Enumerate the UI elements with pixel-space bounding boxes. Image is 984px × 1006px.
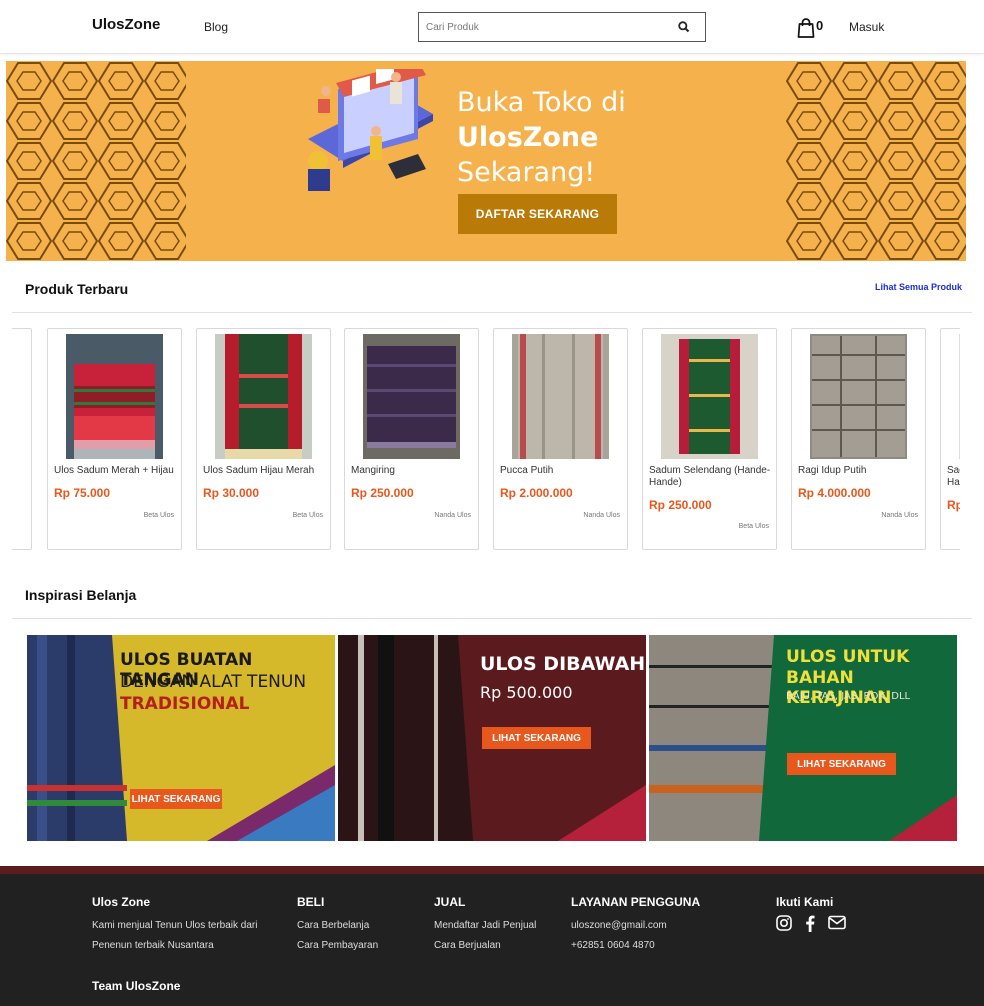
inspiration-card-handmade[interactable]: ULOS BUATAN TANGAN DENGAN ALAT TENUN TRA… [27, 635, 335, 841]
product-name: Sadum Selendang (Hande-Hande) [947, 465, 960, 488]
search-button[interactable] [677, 20, 691, 34]
site-logo[interactable]: UlosZone [92, 16, 160, 33]
product-image [810, 334, 907, 459]
inspiration-line-2: Rp 500.000 [480, 683, 573, 702]
product-image [959, 334, 960, 459]
banner-line-2: UlosZone [457, 122, 599, 153]
product-price: Rp 30.000 [203, 486, 260, 500]
inspiration-card-under-500k[interactable]: ULOS DIBAWAH Rp 500.000 LIHAT SEKARANG [338, 635, 646, 841]
search-input[interactable] [419, 13, 669, 41]
footer-stripe [0, 866, 984, 874]
seller-name: Beta Ulos [292, 512, 323, 519]
see-now-button[interactable]: LIHAT SEKARANG [482, 727, 591, 749]
product-carousel: Ulos Sadum Merah + Hijau Rp 75.000 Beta … [12, 328, 960, 552]
product-name: Ulos Sadum Hijau Merah [203, 465, 315, 476]
product-name: Ragi Idup Putih [798, 465, 867, 476]
banner-headline: Buka Toko di UlosZone Sekarang! [457, 85, 626, 190]
section-divider [12, 312, 972, 313]
product-name: Sadum Selendang (Hande-Hande) [649, 465, 771, 488]
footer-about-title: Ulos Zone [92, 895, 151, 909]
inspiration-line-1: ULOS UNTUK [786, 647, 910, 667]
top-navbar: UlosZone Blog 0 Masuk [0, 0, 984, 54]
product-card[interactable]: Ragi Idup Putih Rp 4.000.000 Nanda Ulos [791, 328, 926, 550]
product-card[interactable]: Ulos Sadum Hijau Merah Rp 30.000 Beta Ul… [196, 328, 331, 550]
product-price: Rp 250.000 [649, 498, 712, 512]
product-image [661, 334, 758, 459]
product-image [215, 334, 312, 459]
seller-name: Nanda Ulos [583, 512, 620, 519]
see-all-products-link[interactable]: Lihat Semua Produk [875, 282, 962, 292]
register-now-button[interactable]: DAFTAR SEKARANG [458, 194, 617, 234]
instagram-icon[interactable] [776, 915, 794, 933]
seller-name: Nanda Ulos [434, 512, 471, 519]
footer-about-line-1: Kami menjual Tenun Ulos terbaik dari [92, 920, 258, 931]
login-link[interactable]: Masuk [849, 20, 884, 34]
product-name: Pucca Putih [500, 465, 554, 476]
product-price: Rp 250.000 [351, 486, 414, 500]
product-price: Rp [947, 498, 960, 512]
footer-sell-title: JUAL [434, 895, 466, 909]
product-price: Rp 2.000.000 [500, 486, 573, 500]
see-now-button[interactable]: LIHAT SEKARANG [787, 753, 896, 775]
footer-link-payment[interactable]: Cara Pembayaran [297, 940, 378, 951]
footer-link-how-to-buy[interactable]: Cara Berbelanja [297, 920, 369, 931]
footer: Ulos Zone Kami menjual Tenun Ulos terbai… [0, 874, 984, 1006]
inspiration-line-3: TRADISIONAL [120, 694, 250, 714]
product-price: Rp 75.000 [54, 486, 111, 500]
footer-buy-title: BELI [297, 895, 325, 909]
see-now-button[interactable]: LIHAT SEKARANG [130, 789, 222, 809]
inspiration-line-2: DENGAN ALAT TENUN [120, 672, 307, 692]
product-card[interactable]: Sadum Selendang (Hande-Hande) Rp 250.000… [642, 328, 777, 550]
inspiration-line-2: BAHAN KERAJINAN [786, 668, 892, 708]
hexagon-pattern-right [786, 61, 966, 261]
footer-email-link[interactable]: uloszone@gmail.com [571, 920, 667, 931]
hexagon-pattern-left [6, 61, 186, 261]
promo-banner: Buka Toko di UlosZone Sekarang! DAFTAR S… [6, 61, 966, 261]
inspiration-line-3: BAJU, TAS, JAS, ROK, DLL [786, 691, 911, 702]
footer-follow-title: Ikuti Kami [776, 895, 834, 909]
footer-team-title: Team UlosZone [92, 979, 181, 993]
inspiration-line-1: ULOS DIBAWAH [480, 653, 646, 675]
product-card-partial-left[interactable] [12, 328, 32, 550]
product-name: Ulos Sadum Merah + Hijau [54, 465, 174, 476]
product-card[interactable]: Ulos Sadum Merah + Hijau Rp 75.000 Beta … [47, 328, 182, 550]
cart-button[interactable]: 0 [797, 18, 827, 40]
mail-icon[interactable] [828, 915, 846, 933]
footer-link-register-seller[interactable]: Mendaftar Jadi Penjual [434, 920, 536, 931]
search-icon [678, 21, 690, 33]
latest-products-title: Produk Terbaru [25, 281, 129, 297]
product-price: Rp 4.000.000 [798, 486, 871, 500]
shopping-bag-icon [797, 18, 815, 38]
inspiration-title: Inspirasi Belanja [25, 587, 137, 603]
product-card[interactable]: Pucca Putih Rp 2.000.000 Nanda Ulos [493, 328, 628, 550]
seller-name: Nanda Ulos [881, 512, 918, 519]
banner-line-3: Sekarang! [457, 157, 596, 188]
online-shop-illustration [308, 69, 433, 191]
footer-link-how-to-sell[interactable]: Cara Berjualan [434, 940, 501, 951]
product-image [66, 334, 163, 459]
facebook-icon[interactable] [804, 915, 822, 933]
section-divider [12, 618, 972, 619]
product-card[interactable]: Mangiring Rp 250.000 Nanda Ulos [344, 328, 479, 550]
product-image [512, 334, 609, 459]
search-bar [418, 12, 706, 42]
footer-about-line-2: Penenun terbaik Nusantara [92, 940, 214, 951]
footer-phone: +62851 0604 4870 [571, 940, 655, 951]
nav-blog-link[interactable]: Blog [204, 20, 228, 34]
footer-service-title: LAYANAN PENGGUNA [571, 895, 701, 909]
seller-name: Beta Ulos [738, 523, 769, 530]
cart-count: 0 [816, 18, 824, 33]
product-image [363, 334, 460, 459]
banner-line-1: Buka Toko di [457, 87, 626, 118]
product-name: Mangiring [351, 465, 395, 476]
inspiration-card-craft-material[interactable]: ULOS UNTUK BAHAN KERAJINAN BAJU, TAS, JA… [649, 635, 957, 841]
product-card-partial-right[interactable]: Sadum Selendang (Hande-Hande) Rp [940, 328, 960, 550]
seller-name: Beta Ulos [143, 512, 174, 519]
